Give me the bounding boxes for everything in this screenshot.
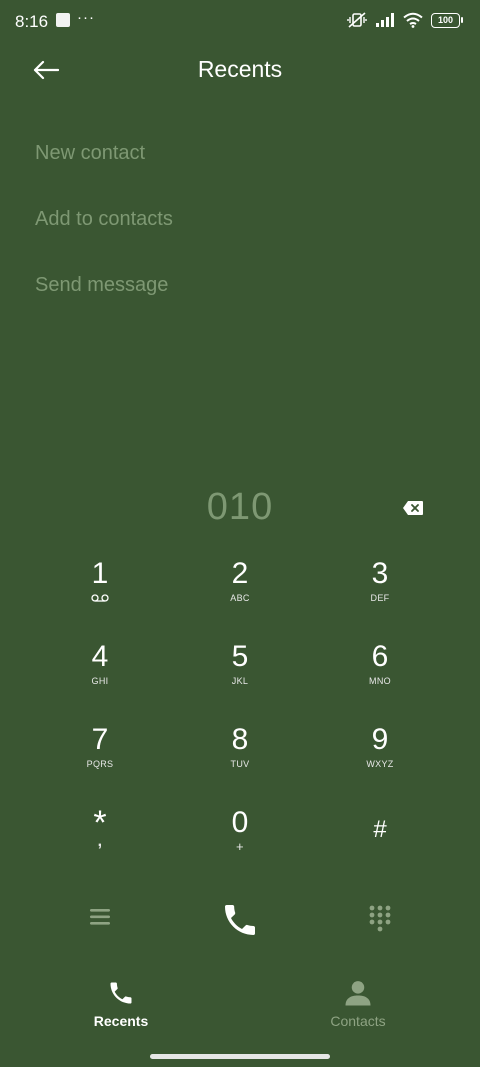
key-letters: MNO	[369, 676, 391, 686]
menu-icon	[90, 909, 110, 925]
key-2[interactable]: 2 ABC	[185, 558, 295, 628]
backspace-button[interactable]	[402, 500, 424, 516]
tab-recents[interactable]: Recents	[61, 978, 181, 1029]
dialer-screen: 8:16 ··· 100 Recents New contact Add to …	[0, 0, 480, 1067]
menu-button[interactable]	[88, 906, 112, 928]
key-star[interactable]: * ,	[45, 806, 155, 877]
signal-icon	[376, 13, 394, 27]
key-3[interactable]: 3 DEF	[325, 558, 435, 628]
key-4[interactable]: 4 GHI	[45, 641, 155, 711]
send-message-option[interactable]: Send message	[35, 274, 168, 297]
key-8[interactable]: 8 TUV	[185, 724, 295, 794]
backspace-icon	[403, 501, 423, 515]
key-digit: 6	[371, 640, 389, 673]
key-digit: 3	[371, 557, 389, 590]
person-icon	[345, 981, 371, 1006]
phone-icon	[225, 905, 255, 935]
key-digit: #	[373, 816, 387, 843]
key-digit: 9	[371, 723, 389, 756]
key-letters: GHI	[91, 676, 109, 686]
notification-square-icon	[56, 13, 70, 27]
status-time: 8:16	[15, 12, 49, 31]
phone-icon	[110, 982, 132, 1004]
key-digit: 0	[231, 806, 249, 839]
key-digit: 4	[91, 640, 109, 673]
vibrate-off-icon	[347, 12, 367, 28]
voicemail-icon	[45, 593, 155, 605]
key-digit: 1	[91, 557, 109, 590]
battery-icon: 100	[431, 12, 463, 28]
key-letters: WXYZ	[366, 759, 394, 769]
call-button[interactable]	[220, 900, 260, 940]
new-contact-option[interactable]: New contact	[35, 142, 145, 165]
key-letters: DEF	[370, 593, 390, 603]
key-digit: 7	[91, 723, 109, 756]
wifi-icon	[403, 12, 423, 28]
key-letters: +	[236, 839, 244, 854]
key-9[interactable]: 9 WXYZ	[325, 724, 435, 794]
tab-label: Recents	[93, 1013, 149, 1029]
key-0[interactable]: 0 +	[185, 807, 295, 877]
status-bar: 8:16 ··· 100	[0, 0, 480, 42]
key-hash[interactable]: #	[325, 807, 435, 877]
key-letters: TUV	[230, 759, 250, 769]
key-digit: 5	[231, 640, 249, 673]
tab-contacts[interactable]: Contacts	[298, 978, 418, 1029]
dialpad-icon	[369, 905, 391, 932]
key-7[interactable]: 7 PQRS	[45, 724, 155, 794]
key-digit: 2	[231, 557, 249, 590]
dialpad-toggle-button[interactable]	[368, 904, 392, 932]
key-letters: PQRS	[86, 759, 114, 769]
home-indicator[interactable]	[150, 1054, 330, 1059]
key-1[interactable]: 1	[45, 558, 155, 628]
key-letters: ABC	[230, 593, 250, 603]
tab-label: Contacts	[330, 1013, 386, 1029]
more-notifications-icon: ···	[77, 9, 95, 26]
key-digit: 8	[231, 723, 249, 756]
key-letters: JKL	[231, 676, 249, 686]
page-title: Recents	[197, 56, 283, 82]
key-5[interactable]: 5 JKL	[185, 641, 295, 711]
key-6[interactable]: 6 MNO	[325, 641, 435, 711]
key-letters: ,	[97, 833, 103, 850]
status-icons: 100	[347, 11, 463, 29]
add-to-contacts-option[interactable]: Add to contacts	[35, 208, 173, 231]
